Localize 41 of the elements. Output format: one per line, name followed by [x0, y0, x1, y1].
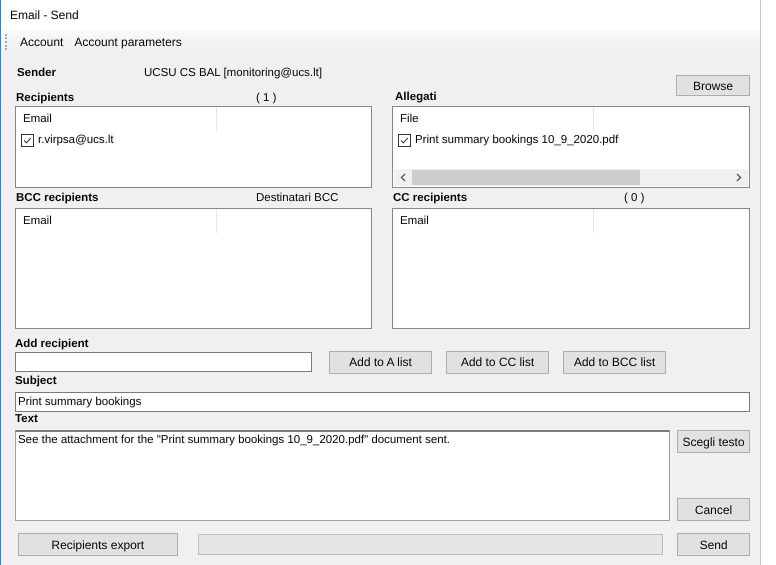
- sender-value: UCSU CS BAL [monitoring@ucs.lt]: [144, 66, 322, 78]
- menu-item[interactable]: Account parameters: [74, 35, 182, 49]
- checkbox[interactable]: [21, 134, 34, 146]
- list-item[interactable]: r.virpsa@ucs.lt: [38, 134, 114, 146]
- cc-count: ( 0 ): [624, 192, 644, 204]
- add-list-button[interactable]: Add to A list: [329, 350, 432, 374]
- recipients-label: Recipients: [16, 92, 76, 104]
- subject-input[interactable]: Print summary bookings: [15, 392, 750, 412]
- attachments-label: Allegati: [394, 91, 437, 105]
- send-button[interactable]: Send: [677, 533, 750, 556]
- subject-label: Subject: [15, 375, 58, 389]
- add-list-button[interactable]: Add to CC list: [446, 350, 549, 374]
- recipients-count: ( 1 ): [256, 92, 276, 104]
- column-header[interactable]: Email: [393, 209, 594, 233]
- message-text-area[interactable]: See the attachment for the "Print summary bookings 10_9_2020.pdf" document sent.: [15, 430, 670, 521]
- add-recipient-label: Add recipient: [15, 338, 90, 350]
- checkbox[interactable]: [398, 134, 411, 146]
- add-list-button[interactable]: Add to BCC list: [563, 350, 666, 374]
- column-header[interactable]: Email: [16, 107, 217, 131]
- recipients-export-button[interactable]: Recipients export: [18, 533, 178, 556]
- bcc-caption: Destinatari BCC: [256, 192, 338, 204]
- recipient-input[interactable]: [15, 352, 312, 372]
- text-label: Text: [15, 413, 39, 427]
- list-box[interactable]: File Print summary bookings 10_9_2020.pdf: [392, 106, 750, 188]
- horizontal-scrollbar[interactable]: [394, 169, 748, 186]
- bcc-label: BCC recipients: [16, 192, 100, 204]
- cancel-button[interactable]: Cancel: [677, 498, 750, 521]
- window-title: Email - Send: [10, 8, 79, 22]
- list-box[interactable]: Email r.virpsa@ucs.lt: [15, 106, 372, 188]
- column-header[interactable]: Email: [16, 209, 217, 233]
- browse-button[interactable]: Browse: [676, 75, 750, 96]
- cc-label: CC recipients: [393, 192, 468, 204]
- scroll-left-icon[interactable]: [400, 173, 406, 182]
- menu-item[interactable]: Account: [20, 35, 64, 49]
- sender-label: Sender: [16, 66, 57, 78]
- list-box[interactable]: Email: [15, 208, 372, 329]
- column-header[interactable]: File: [393, 107, 594, 131]
- list-box[interactable]: Email: [392, 208, 750, 329]
- choose-text-button[interactable]: Scegli testo: [677, 430, 750, 453]
- scroll-right-icon[interactable]: [736, 173, 742, 182]
- list-item[interactable]: Print summary bookings 10_9_2020.pdf: [415, 134, 618, 146]
